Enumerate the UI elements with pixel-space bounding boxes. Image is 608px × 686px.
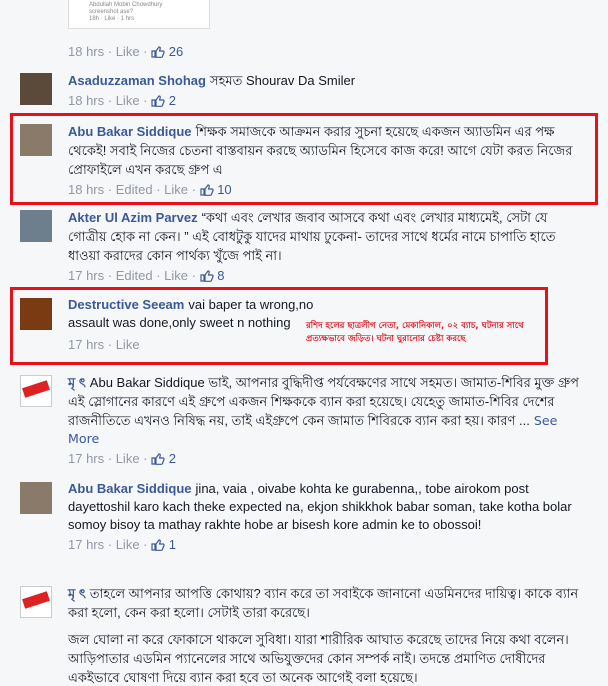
comment-1: Asaduzzaman Shohag সহমত Shourav Da Smile… <box>20 71 580 111</box>
like-count[interactable]: 1 <box>169 537 176 552</box>
like-count[interactable]: 8 <box>217 268 224 283</box>
thumbs-up-icon <box>151 46 165 58</box>
like-count[interactable]: 26 <box>169 44 183 59</box>
comment-5: মৃ ৎ Abu Bakar Siddique ভাই, আপনার বুদ্ধ… <box>20 373 580 469</box>
thumbs-up-icon <box>151 95 165 107</box>
avatar[interactable] <box>20 210 52 242</box>
avatar[interactable] <box>20 73 52 105</box>
thumbs-up-icon <box>199 184 214 196</box>
avatar[interactable] <box>20 298 52 330</box>
avatar[interactable] <box>20 124 52 156</box>
comment-text: তাহলে আপনার আপত্তি কোথায়? ব্যান করে তা … <box>68 586 579 620</box>
commenter-name[interactable]: মৃ ৎ <box>68 375 86 390</box>
comment-meta: 18 hrs · Like · 26 <box>68 44 184 59</box>
like-link[interactable]: Like <box>116 537 140 552</box>
like-link[interactable]: Like <box>116 44 140 59</box>
comment-text-paragraph-2: জল ঘোলা না করে ফোকাসে থাকলে সুবিধা। যারা… <box>68 632 569 685</box>
comment-meta: 18 hrs · Edited · Like · 10 <box>68 182 232 197</box>
comment-7: মৃ ৎ তাহলে আপনার আপত্তি কোথায়? ব্যান কর… <box>20 584 580 686</box>
comment-meta: 17 hrs · Edited · Like · 8 <box>68 268 225 283</box>
comment-6: Abu Bakar Siddique jina, vaia , oivabe k… <box>20 480 580 575</box>
thumbs-up-icon <box>151 453 165 465</box>
commenter-name[interactable]: Abu Bakar Siddique <box>68 481 192 496</box>
like-link[interactable]: Like <box>116 451 140 466</box>
commenter-name[interactable]: Asaduzzaman Shohag <box>68 73 206 88</box>
avatar[interactable] <box>20 375 52 407</box>
comment-meta: 17 hrs · Like · 1 <box>68 537 176 552</box>
comment-meta: 17 hrs · Like · 2 <box>68 451 176 466</box>
edited-label[interactable]: Edited <box>116 182 153 197</box>
like-count[interactable]: 2 <box>169 451 176 466</box>
comment-meta: 18 hrs · Like · 2 <box>68 93 176 108</box>
avatar[interactable] <box>20 482 52 514</box>
commenter-name[interactable]: Destructive Seeam <box>68 297 184 312</box>
commenter-name[interactable]: Abu Bakar Siddique <box>68 124 192 139</box>
like-link[interactable]: Like <box>116 93 140 108</box>
comment-2: Abu Bakar Siddique শিক্ষক সমাজকে আক্রমন … <box>20 122 580 202</box>
commenter-name[interactable]: Akter Ul Azim Parvez <box>68 210 198 225</box>
thumbs-up-icon <box>151 539 165 551</box>
shared-meta: 18h · Like · 1 hrs <box>89 16 135 22</box>
comment-3: Akter Ul Azim Parvez “কথা এবং লেখার জবাব… <box>20 208 580 288</box>
shared-caption: screenshot ase? <box>89 9 134 15</box>
comment-text: সহমত Shourav Da Smiler <box>209 73 356 88</box>
comment-text: Abu Bakar Siddique ভাই, আপনার বুদ্ধিদীপ্… <box>68 375 579 428</box>
shared-image-preview[interactable]: Abdullah Mobin Chowdhury screenshot ase?… <box>68 0 210 29</box>
thumbs-up-icon <box>199 270 214 282</box>
like-count[interactable]: 10 <box>217 182 231 197</box>
commenter-name[interactable]: মৃ ৎ <box>68 586 86 601</box>
comment-0: 18 hrs · Like · 26 <box>20 41 580 61</box>
edited-label[interactable]: Edited <box>116 268 153 283</box>
shared-author: Abdullah Mobin Chowdhury <box>89 2 163 8</box>
avatar[interactable] <box>20 586 52 618</box>
like-count[interactable]: 2 <box>169 93 176 108</box>
comment-meta: 17 hrs · Like <box>68 337 140 352</box>
comment-feed: Abdullah Mobin Chowdhury screenshot ase?… <box>0 0 608 686</box>
handwritten-annotation: রশিদ হলের ছাত্রলীগ নেতা, মেকানিকাল, ০২ ব… <box>306 321 524 344</box>
like-link[interactable]: Like <box>164 182 188 197</box>
like-link[interactable]: Like <box>116 337 140 352</box>
like-link[interactable]: Like <box>164 268 188 283</box>
